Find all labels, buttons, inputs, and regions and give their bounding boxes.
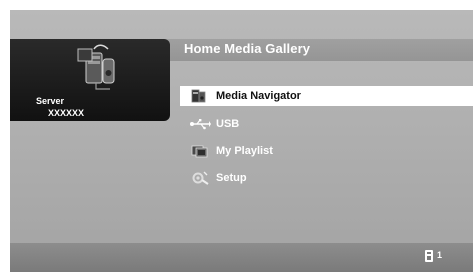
playlist-icon xyxy=(188,142,212,160)
server-label: Server xyxy=(36,96,65,106)
screen: Home Media Gallery Server XXXXXX Media N… xyxy=(0,0,473,279)
setup-icon xyxy=(188,169,212,187)
device-icon xyxy=(425,250,433,262)
menu-item-setup[interactable]: Setup xyxy=(180,168,473,188)
usb-icon xyxy=(188,115,212,133)
menu-item-label: My Playlist xyxy=(216,145,273,157)
menu-item-usb[interactable]: USB xyxy=(180,114,473,134)
menu-item-my-playlist[interactable]: My Playlist xyxy=(180,141,473,161)
page-title: Home Media Gallery xyxy=(184,41,311,56)
menu-item-label: Media Navigator xyxy=(216,90,301,102)
menu-item-label: Setup xyxy=(216,172,247,184)
menu-item-media-navigator[interactable]: Media Navigator xyxy=(180,86,473,106)
server-icon xyxy=(77,44,115,90)
server-panel[interactable]: Server XXXXXX xyxy=(10,39,170,121)
media-navigator-icon xyxy=(188,87,212,105)
menu-item-label: USB xyxy=(216,118,240,130)
server-name: XXXXXX xyxy=(48,108,85,118)
status-bar xyxy=(10,243,473,272)
device-count: 1 xyxy=(437,250,443,260)
